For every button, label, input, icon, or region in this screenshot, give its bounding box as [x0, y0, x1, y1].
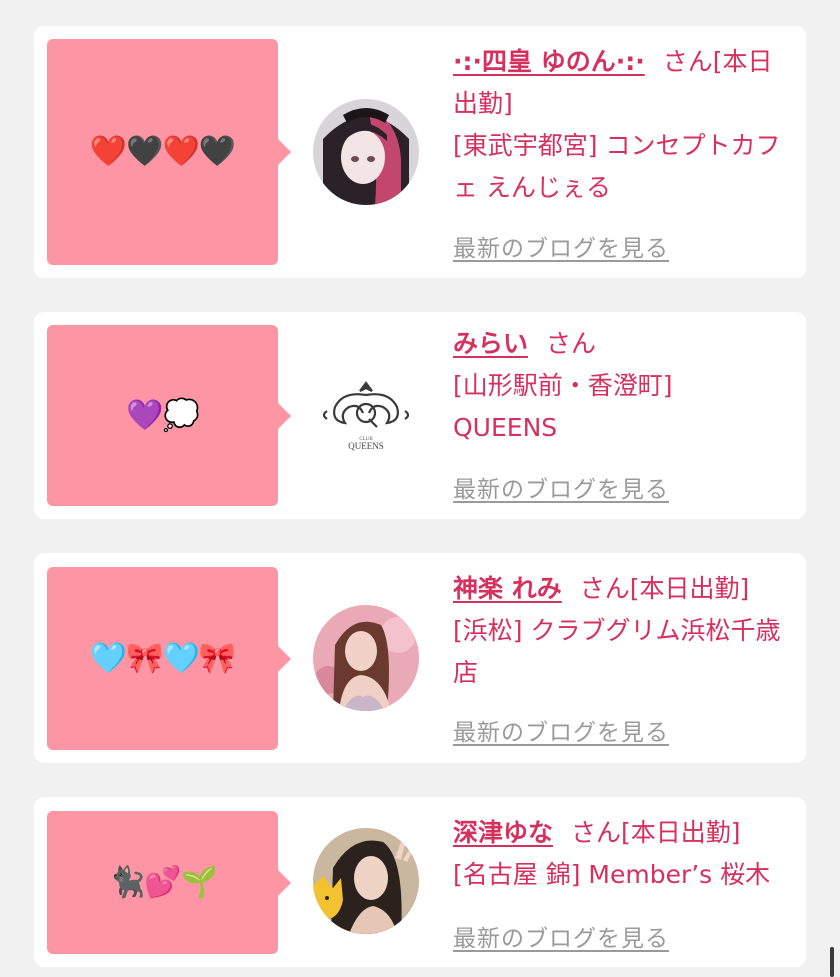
message-emoji: 🐈‍⬛💕🌱 — [107, 864, 218, 900]
message-bubble: 🩵🎀🩵🎀 — [47, 567, 291, 750]
cast-name-link[interactable]: 深津ゆな — [453, 818, 553, 847]
avatar-image — [313, 828, 419, 934]
honorific: さん — [571, 818, 622, 847]
message-emoji: ❤️🖤❤️🖤 — [89, 134, 236, 169]
shop-location: [名古屋 錦] Member’s 桜木 — [453, 860, 771, 889]
scrollbar[interactable] — [830, 947, 834, 977]
cast-name-link[interactable]: 神楽 れみ — [453, 574, 562, 603]
cast-info: みらい さん [山形駅前・香澄町] QUEENS — [453, 323, 683, 449]
latest-blog-link[interactable]: 最新のブログを見る — [453, 713, 669, 747]
honorific: さん — [662, 47, 713, 76]
avatar[interactable] — [313, 99, 419, 205]
latest-blog-link[interactable]: 最新のブログを見る — [453, 470, 669, 504]
cast-card[interactable]: 💜💭 CLUB QUEENS みらい さん [山形駅前・香澄町] QUEENS 最… — [34, 312, 806, 519]
cast-card[interactable]: ❤️🖤❤️🖤 ·:·四皇 ゆのん·:· さん[本日出勤] [東武宇都宮] コンセプ… — [34, 26, 806, 278]
honorific: さん — [579, 574, 630, 603]
message-emoji: 💜💭 — [126, 397, 200, 433]
cast-info: ·:·四皇 ゆのん·:· さん[本日出勤] [東武宇都宮] コンセプトカフェ えん… — [453, 41, 793, 209]
cast-card[interactable]: 🐈‍⬛💕🌱 深津ゆな さん[本日出勤] [名古屋 錦] Member’s 桜木 最… — [34, 797, 806, 967]
avatar[interactable] — [313, 605, 419, 711]
cast-name-link[interactable]: みらい — [453, 329, 528, 358]
svg-text:QUEENS: QUEENS — [348, 441, 384, 451]
avatar-image — [313, 605, 419, 711]
avatar-image — [313, 99, 419, 205]
cast-info: 神楽 れみ さん[本日出勤] [浜松] クラブグリム浜松千歳店 — [453, 568, 793, 694]
queens-logo-icon: CLUB QUEENS — [313, 361, 419, 467]
avatar[interactable] — [313, 828, 419, 934]
latest-blog-link[interactable]: 最新のブログを見る — [453, 919, 669, 953]
message-emoji: 🩵🎀🩵🎀 — [89, 640, 236, 676]
cast-card[interactable]: 🩵🎀🩵🎀 神楽 れみ さん[本日出勤] [浜松] クラブグリム浜松千歳店 最新のブ… — [34, 553, 806, 763]
avatar[interactable]: CLUB QUEENS — [313, 361, 419, 467]
message-bubble: 🐈‍⬛💕🌱 — [47, 811, 291, 954]
message-bubble: 💜💭 — [47, 325, 291, 506]
shop-location: [東武宇都宮] コンセプトカフェ えんじぇる — [453, 131, 781, 202]
honorific: さん — [546, 329, 597, 358]
status-text: [本日出勤] — [629, 574, 750, 603]
cast-info: 深津ゆな さん[本日出勤] [名古屋 錦] Member’s 桜木 — [453, 812, 793, 896]
shop-location: [浜松] クラブグリム浜松千歳店 — [453, 616, 781, 687]
shop-location: [山形駅前・香澄町] QUEENS — [453, 371, 673, 442]
latest-blog-link[interactable]: 最新のブログを見る — [453, 229, 669, 263]
message-bubble: ❤️🖤❤️🖤 — [47, 39, 291, 265]
status-text: [本日出勤] — [621, 818, 741, 847]
cast-name-link[interactable]: ·:·四皇 ゆのん·:· — [453, 47, 645, 76]
